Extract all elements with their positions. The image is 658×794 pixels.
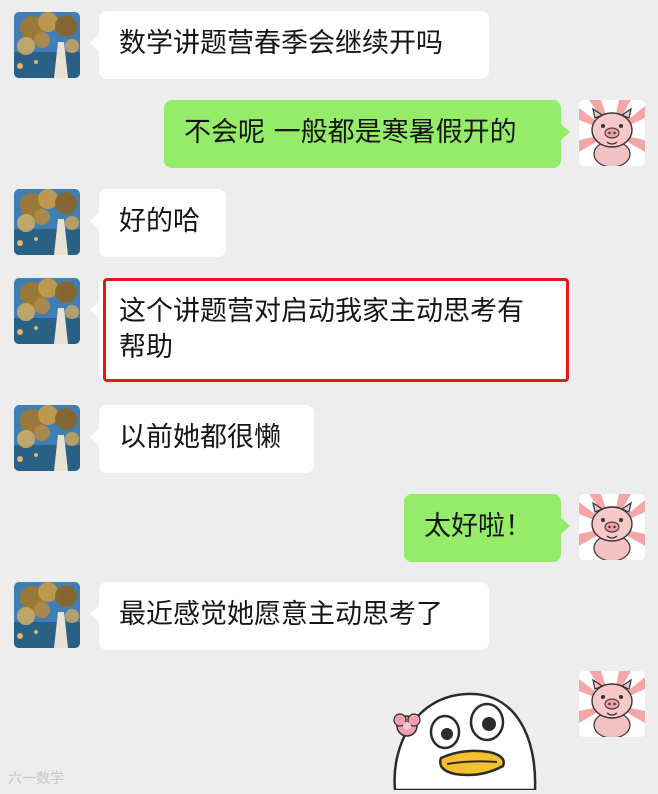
message-bubble-incoming[interactable]: 数学讲题营春季会继续开吗 bbox=[90, 11, 489, 79]
tree-photo-avatar-icon bbox=[14, 582, 80, 648]
pig-cartoon-avatar-icon bbox=[579, 671, 645, 737]
message-text: 数学讲题营春季会继续开吗 bbox=[119, 28, 443, 59]
pig-cartoon-avatar-icon bbox=[579, 494, 645, 560]
message-text: 不会呢 一般都是寒暑假开的 bbox=[184, 117, 517, 148]
message-text: 以前她都很懒 bbox=[119, 422, 281, 453]
duck-sticker-icon bbox=[393, 692, 537, 792]
tree-photo-avatar-icon bbox=[14, 278, 80, 344]
tree-photo-avatar-icon bbox=[14, 405, 80, 471]
message-bubble-incoming[interactable]: 好的哈 bbox=[90, 189, 226, 257]
self-avatar[interactable] bbox=[579, 100, 645, 166]
message-text: 好的哈 bbox=[119, 206, 200, 237]
contact-avatar[interactable] bbox=[14, 189, 80, 255]
contact-avatar[interactable] bbox=[14, 582, 80, 648]
contact-avatar[interactable] bbox=[14, 12, 80, 78]
highlight-box bbox=[103, 278, 569, 382]
pig-cartoon-avatar-icon bbox=[579, 100, 645, 166]
message-text: 太好啦！ bbox=[424, 511, 532, 542]
message-bubble-incoming[interactable]: 最近感觉她愿意主动思考了 bbox=[90, 582, 489, 650]
self-avatar[interactable] bbox=[579, 671, 645, 737]
watermark: 六一数学 bbox=[8, 771, 64, 787]
message-bubble-outgoing[interactable]: 太好啦！ bbox=[404, 494, 570, 562]
message-bubble-outgoing[interactable]: 不会呢 一般都是寒暑假开的 bbox=[164, 100, 570, 168]
self-avatar[interactable] bbox=[579, 494, 645, 560]
duck-sticker[interactable] bbox=[385, 686, 545, 792]
contact-avatar[interactable] bbox=[14, 405, 80, 471]
tree-photo-avatar-icon bbox=[14, 12, 80, 78]
message-bubble-incoming[interactable]: 以前她都很懒 bbox=[90, 405, 314, 473]
tree-photo-avatar-icon bbox=[14, 189, 80, 255]
message-text: 最近感觉她愿意主动思考了 bbox=[119, 599, 443, 630]
contact-avatar[interactable] bbox=[14, 278, 80, 344]
